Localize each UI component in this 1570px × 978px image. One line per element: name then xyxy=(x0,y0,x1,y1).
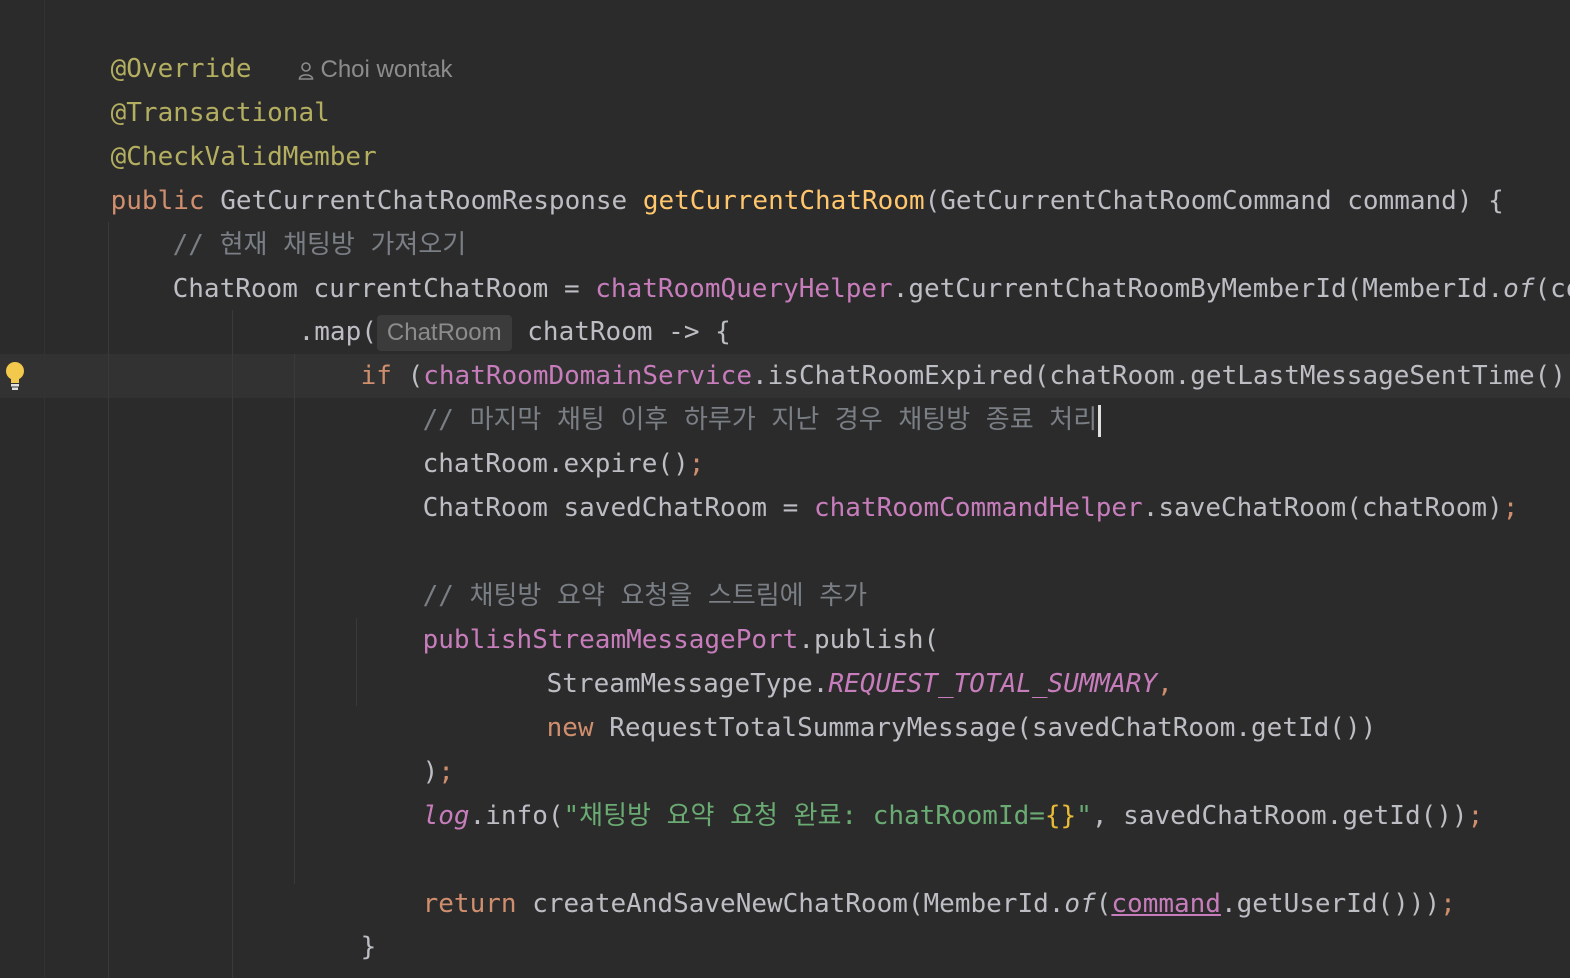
text-caret xyxy=(1098,404,1102,437)
code-text: .getUserId())) xyxy=(1220,889,1441,919)
static-method: of xyxy=(1064,889,1096,919)
code-text: ChatRoom savedChatRoom = xyxy=(422,493,814,523)
code-text: .info( xyxy=(469,801,564,831)
keyword-return: return xyxy=(422,889,517,919)
code-text: ( xyxy=(1095,889,1112,919)
static-method: of xyxy=(1503,274,1535,304)
indent-guide xyxy=(108,222,109,978)
field-ref: chatRoomCommandHelper xyxy=(813,493,1143,523)
lightbulb-icon[interactable] xyxy=(3,360,27,392)
method-name: getCurrentChatRoom xyxy=(642,186,925,216)
code-line-17[interactable]: ); xyxy=(360,706,454,787)
parameter-ref: command xyxy=(1111,889,1221,919)
code-line-4[interactable]: public GetCurrentChatRoomResponse getCur… xyxy=(48,135,1504,216)
code-line-13[interactable]: // 채팅방 요약 요청을 스트림에 추가 xyxy=(360,530,867,611)
format-placeholder: {} xyxy=(1044,801,1077,831)
code-line-9[interactable]: // 마지막 채팅 이후 하루가 지난 경우 채팅방 종료 처리 xyxy=(360,354,1102,437)
semicolon: ; xyxy=(1502,493,1519,523)
code-text: , savedChatRoom.getId()) xyxy=(1091,801,1468,831)
code-line-5[interactable]: // 현재 채팅방 가져오기 xyxy=(110,179,467,260)
indent-guide xyxy=(294,354,295,884)
code-text: createAndSaveNewChatRoom(MemberId. xyxy=(516,889,1065,919)
closing-brace: } xyxy=(360,932,377,962)
code-line-1[interactable]: @Override Choi wontak xyxy=(48,3,453,84)
code-line-2[interactable]: @Transactional xyxy=(48,47,330,128)
code-line-21[interactable]: } xyxy=(298,881,377,962)
code-line-16[interactable]: new RequestTotalSummaryMessage(savedChat… xyxy=(484,662,1377,743)
logger-field: log xyxy=(422,801,470,831)
code-text: .getCurrentChatRoomByMemberId(MemberId. xyxy=(892,274,1504,304)
semicolon: ; xyxy=(1467,801,1484,831)
method-params: (GetCurrentChatRoomCommand command) { xyxy=(924,186,1504,216)
code-line-10[interactable]: chatRoom.expire(); xyxy=(360,398,705,479)
code-line-14[interactable]: publishStreamMessagePort.publish( xyxy=(360,574,940,655)
keyword-new: new xyxy=(546,713,594,743)
author-name: Choi wontak xyxy=(320,56,453,83)
code-line-3[interactable]: @CheckValidMember xyxy=(48,91,377,172)
code-line-20[interactable]: return createAndSaveNewChatRoom(MemberId… xyxy=(360,838,1456,919)
code-line-18[interactable]: log.info("채팅방 요약 요청 완료: chatRoomId={}", … xyxy=(360,750,1484,831)
semicolon: ; xyxy=(1440,889,1456,919)
code-text: RequestTotalSummaryMessage(savedChatRoom… xyxy=(593,713,1377,743)
string-literal: " xyxy=(1076,801,1092,831)
code-line-6[interactable]: ChatRoom currentChatRoom = chatRoomQuery… xyxy=(110,223,1570,304)
code-line-8[interactable]: if (chatRoomDomainService.isChatRoomExpi… xyxy=(298,310,1570,391)
code-line-7[interactable]: .map(ChatRoom chatRoom -> { xyxy=(236,266,731,351)
code-line-15[interactable]: StreamMessageType.REQUEST_TOTAL_SUMMARY, xyxy=(484,618,1173,699)
indent-guide xyxy=(232,310,233,978)
string-literal: "채팅방 요약 요청 완료: chatRoomId= xyxy=(563,801,1045,831)
code-editor[interactable]: @Override Choi wontak @Transactional @Ch… xyxy=(0,0,1570,978)
code-line-11[interactable]: ChatRoom savedChatRoom = chatRoomCommand… xyxy=(360,442,1519,523)
code-text: (command xyxy=(1534,274,1570,304)
code-text: .saveChatRoom(chatRoom) xyxy=(1142,493,1503,523)
gutter-divider xyxy=(0,0,45,978)
indent-guide xyxy=(356,618,357,706)
